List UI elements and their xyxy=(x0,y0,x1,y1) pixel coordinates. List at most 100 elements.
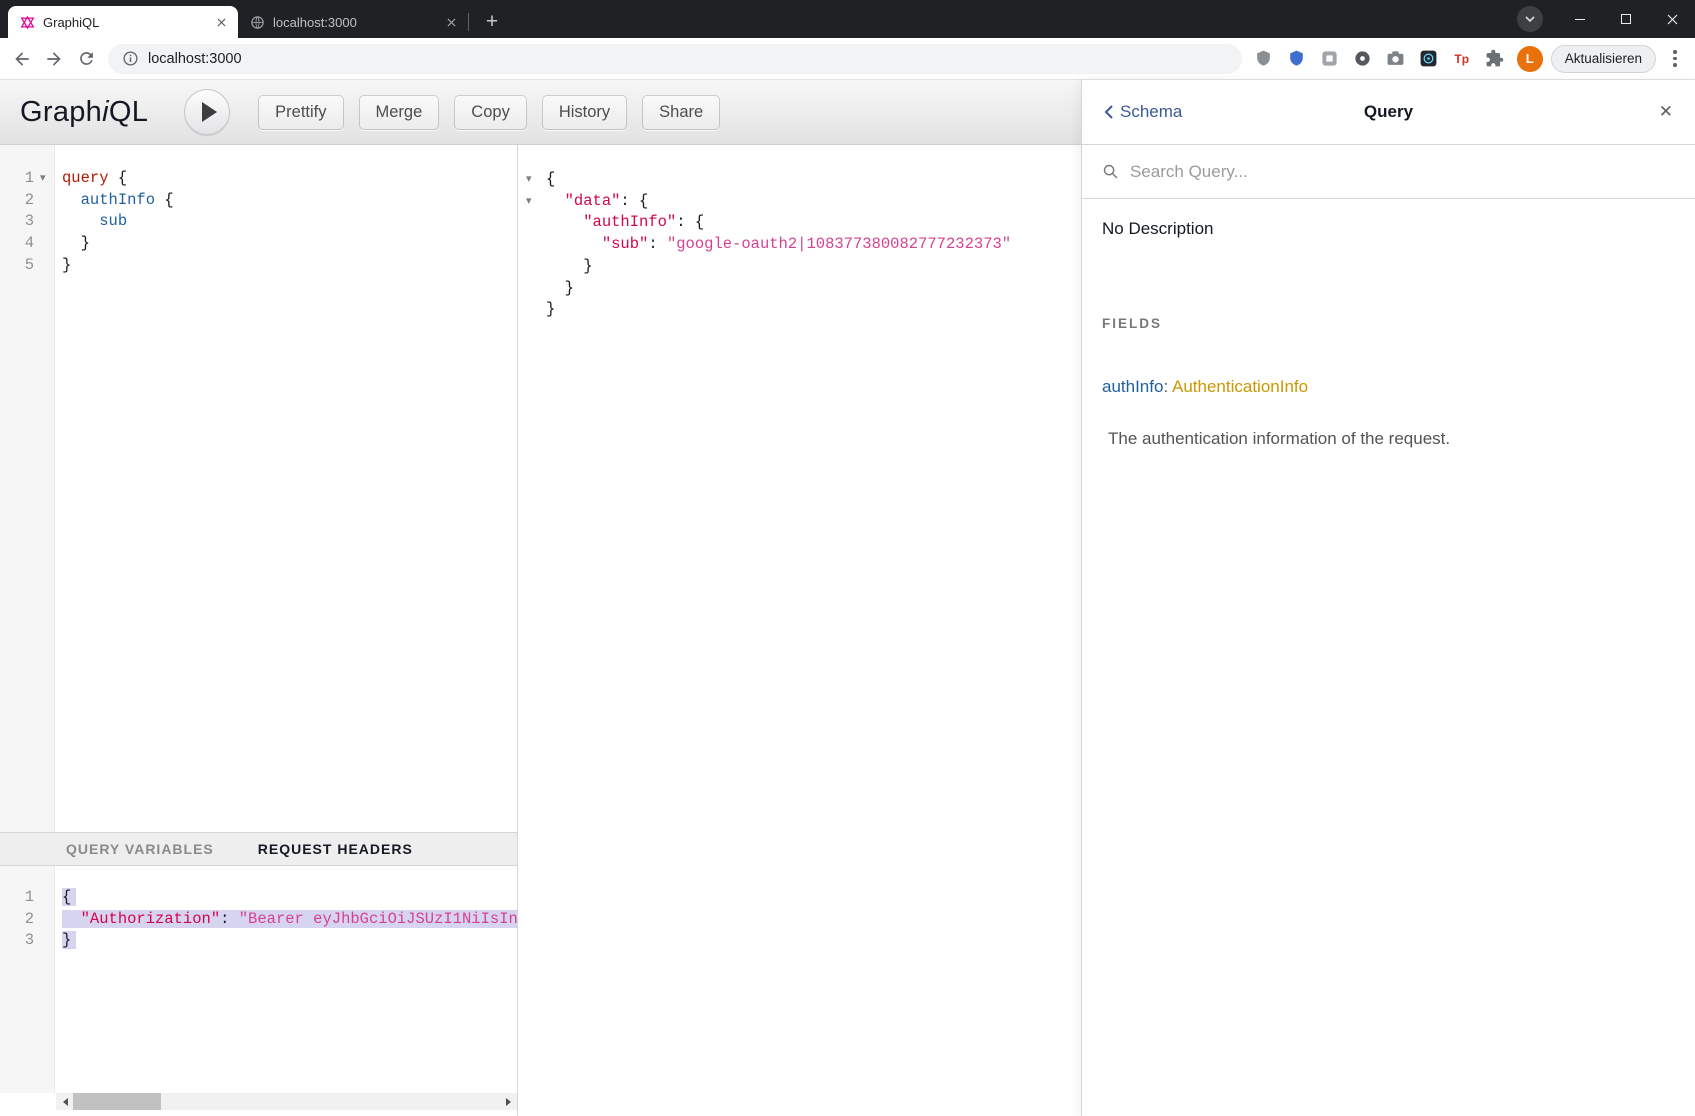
scroll-left-icon xyxy=(59,1098,68,1106)
browser-navbar: localhost:3000 Tp xyxy=(0,38,1695,80)
tab-title: GraphiQL xyxy=(43,15,212,30)
forward-button[interactable] xyxy=(38,43,70,75)
field-separator: : xyxy=(1163,377,1168,396)
scroll-left-button[interactable] xyxy=(56,1093,73,1110)
doc-explorer-body: No Description FIELDS authInfo: Authenti… xyxy=(1082,199,1695,1116)
history-button[interactable]: History xyxy=(542,95,627,130)
code-line: "sub": "google-oauth2|108377380082777232… xyxy=(518,234,1081,256)
extension-devtools-icon[interactable] xyxy=(1417,47,1441,71)
tab-close-icon[interactable] xyxy=(442,13,460,31)
close-icon xyxy=(1667,14,1678,25)
extension-square-icon[interactable] xyxy=(1318,47,1342,71)
copy-button[interactable]: Copy xyxy=(454,95,527,130)
window-close-button[interactable] xyxy=(1649,0,1695,38)
reload-button[interactable] xyxy=(70,43,102,75)
browser-tab-graphiql[interactable]: GraphiQL xyxy=(8,6,238,38)
tab-close-icon[interactable] xyxy=(212,13,230,31)
address-bar[interactable]: localhost:3000 xyxy=(108,44,1242,74)
secondary-editor-tabs: QUERY VARIABLES REQUEST HEADERS xyxy=(0,832,517,866)
tab-search-button[interactable] xyxy=(1517,6,1543,32)
scrollbar-track[interactable] xyxy=(73,1093,500,1110)
extension-blue-shield-icon[interactable] xyxy=(1285,47,1309,71)
no-description-text: No Description xyxy=(1102,219,1675,239)
forward-icon xyxy=(44,49,64,69)
code-line: 1{ xyxy=(0,887,517,909)
code-line: 2 authInfo { xyxy=(0,190,517,212)
doc-search-row xyxy=(1082,145,1695,199)
scroll-right-icon xyxy=(506,1098,515,1106)
code-line: ▾ "data": { xyxy=(518,191,1081,213)
browser-tab-localhost[interactable]: localhost:3000 xyxy=(238,6,468,38)
field-type-link[interactable]: AuthenticationInfo xyxy=(1172,377,1308,396)
doc-close-button[interactable]: ✕ xyxy=(1659,102,1673,122)
profile-avatar[interactable]: L xyxy=(1517,46,1543,72)
play-icon xyxy=(202,102,217,122)
code-line: 2 "Authorization": "Bearer eyJhbGciOiJSU… xyxy=(0,909,517,931)
query-editor[interactable]: 1▾query {2 authInfo {3 sub4 }5} xyxy=(0,145,517,832)
tab-divider xyxy=(468,13,469,31)
tab-strip: GraphiQL localhost:3000 + xyxy=(0,6,506,38)
code-line: 1▾query { xyxy=(0,168,517,190)
titlebar-controls xyxy=(1517,0,1695,38)
globe-favicon-icon xyxy=(249,14,265,30)
extension-camera-icon[interactable] xyxy=(1384,47,1408,71)
result-viewer: ▾{▾ "data": { "authInfo": { "sub": "goog… xyxy=(518,145,1081,1116)
merge-button[interactable]: Merge xyxy=(359,95,440,130)
maximize-icon xyxy=(1621,14,1631,24)
execute-query-button[interactable] xyxy=(184,89,230,135)
tab-title: localhost:3000 xyxy=(273,15,442,30)
minimize-icon xyxy=(1575,19,1585,20)
graphiql-logo: GraphiQL xyxy=(20,96,148,129)
field-description: The authentication information of the re… xyxy=(1102,429,1675,449)
code-line: "authInfo": { xyxy=(518,212,1081,234)
field-row: authInfo: AuthenticationInfo xyxy=(1102,377,1675,397)
result-pane: ▾{▾ "data": { "authInfo": { "sub": "goog… xyxy=(518,145,1081,1116)
extension-tp-badge-icon[interactable]: Tp xyxy=(1450,47,1474,71)
browser-titlebar: GraphiQL localhost:3000 + xyxy=(0,0,1695,38)
extension-tray: Tp xyxy=(1252,47,1507,71)
extension-circle-icon[interactable] xyxy=(1351,47,1375,71)
query-column: 1▾query {2 authInfo {3 sub4 }5} QUERY VA… xyxy=(0,145,518,1116)
fields-section-title: FIELDS xyxy=(1102,316,1675,331)
graphiql-app: GraphiQL Prettify Merge Copy History Sha… xyxy=(0,80,1695,1116)
window-maximize-button[interactable] xyxy=(1603,0,1649,38)
window-minimize-button[interactable] xyxy=(1557,0,1603,38)
browser-update-button[interactable]: Aktualisieren xyxy=(1551,45,1656,73)
code-line: } xyxy=(518,278,1081,300)
new-tab-button[interactable]: + xyxy=(478,7,506,35)
scrollbar-thumb[interactable] xyxy=(73,1093,161,1110)
field-name-link[interactable]: authInfo xyxy=(1102,377,1163,396)
code-line: 3} xyxy=(0,930,517,952)
chevron-left-icon xyxy=(1104,105,1113,119)
code-line: 4 } xyxy=(0,233,517,255)
code-line: } xyxy=(518,256,1081,278)
graphiql-topbar: GraphiQL Prettify Merge Copy History Sha… xyxy=(0,80,1081,145)
share-button[interactable]: Share xyxy=(642,95,720,130)
browser-window: GraphiQL localhost:3000 + xyxy=(0,0,1695,1116)
back-button[interactable] xyxy=(6,43,38,75)
code-line: ▾{ xyxy=(518,169,1081,191)
doc-back-button[interactable]: Schema xyxy=(1104,102,1182,122)
graphql-favicon-icon xyxy=(19,14,35,30)
code-line: } xyxy=(518,299,1081,321)
extension-shield-icon[interactable] xyxy=(1252,47,1276,71)
back-icon xyxy=(12,49,32,69)
url-text: localhost:3000 xyxy=(148,51,242,67)
doc-search-input[interactable] xyxy=(1130,162,1675,182)
menu-kebab-icon[interactable] xyxy=(1665,43,1685,75)
editor-panes: 1▾query {2 authInfo {3 sub4 }5} QUERY VA… xyxy=(0,145,1081,1116)
prettify-button[interactable]: Prettify xyxy=(258,95,343,130)
code-line: 3 sub xyxy=(0,211,517,233)
extensions-puzzle-icon[interactable] xyxy=(1483,47,1507,71)
code-line: 5} xyxy=(0,255,517,277)
site-info-icon xyxy=(122,50,139,67)
reload-icon xyxy=(77,49,96,68)
doc-explorer-panel: Schema Query ✕ No Description FIELDS aut… xyxy=(1081,80,1695,1116)
scroll-right-button[interactable] xyxy=(500,1093,517,1110)
graphiql-main: GraphiQL Prettify Merge Copy History Sha… xyxy=(0,80,1081,1116)
tab-query-variables[interactable]: QUERY VARIABLES xyxy=(66,841,214,857)
search-icon xyxy=(1102,163,1119,180)
horizontal-scrollbar[interactable] xyxy=(56,1093,517,1110)
tab-request-headers[interactable]: REQUEST HEADERS xyxy=(258,841,413,857)
request-headers-editor[interactable]: 1{2 "Authorization": "Bearer eyJhbGciOiJ… xyxy=(0,866,517,1093)
